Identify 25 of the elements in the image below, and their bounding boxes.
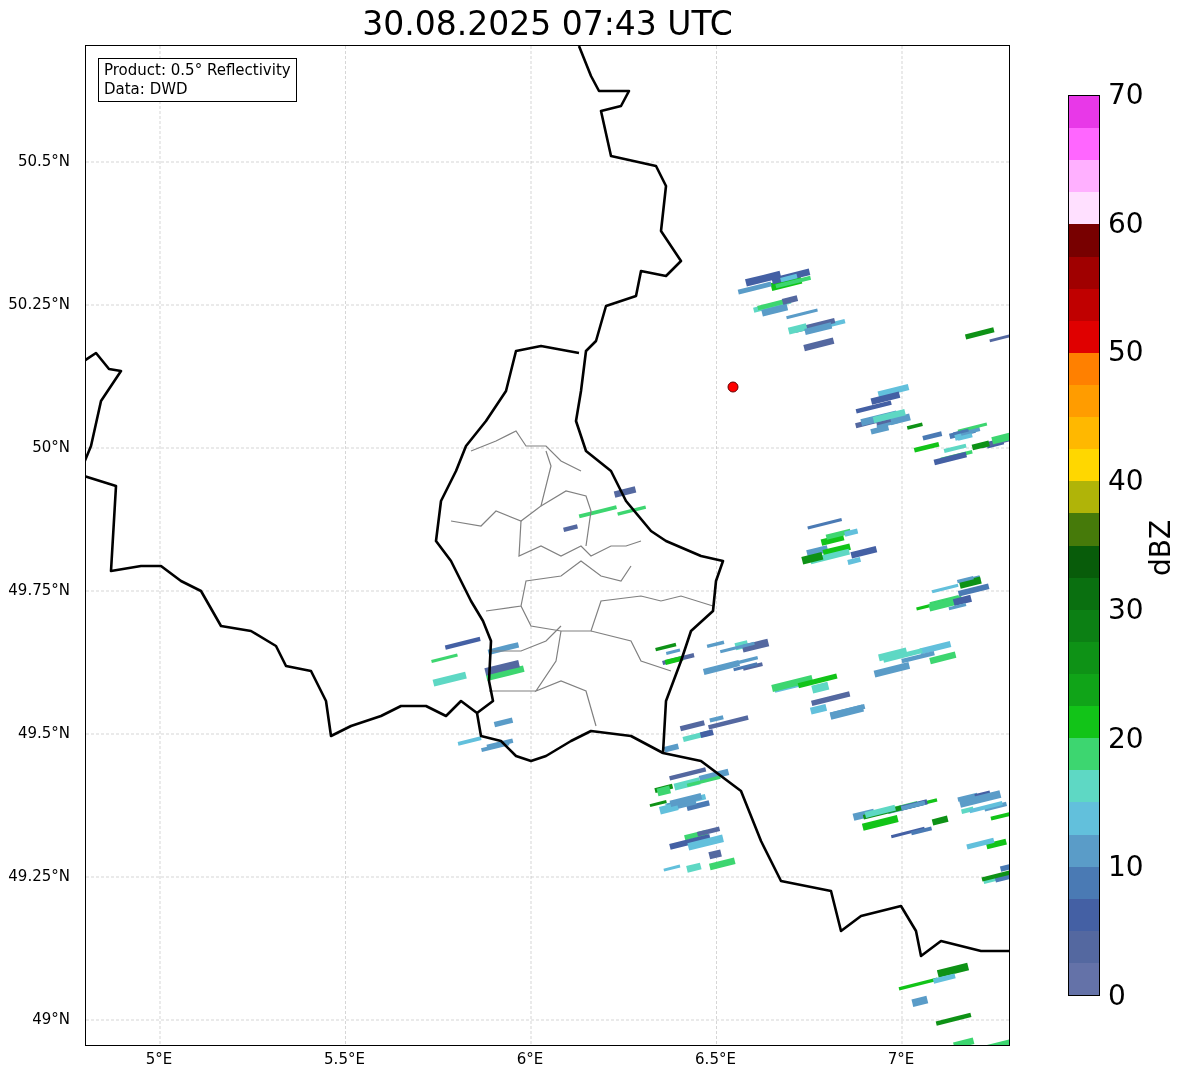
colorbar-tick-label: 70 — [1108, 80, 1144, 110]
colorbar-tick-label: 0 — [1108, 981, 1126, 1011]
longitude-label: 5°E — [145, 1050, 173, 1068]
latitude-label: 50.25°N — [8, 295, 70, 313]
colorbar-tick-label: 50 — [1108, 337, 1144, 368]
latitude-label: 49°N — [32, 1010, 70, 1028]
chart-title: 30.08.2025 07:43 UTC — [361, 4, 734, 44]
info-text: Product: 0.5° Reflectivity — [104, 61, 291, 80]
colorbar-tick-label: 10 — [1108, 852, 1144, 883]
longitude-label: 5.5°E — [324, 1050, 365, 1068]
latitude-label: 50°N — [32, 438, 70, 456]
radar-site-marker-icon — [727, 381, 739, 393]
latitude-label: 49.5°N — [17, 724, 70, 742]
colorbar-tick-label: 60 — [1108, 208, 1144, 239]
colorbar-label: dBZ — [1143, 519, 1177, 577]
latitude-label: 50.5°N — [17, 152, 70, 170]
info-text: Data: DWD — [104, 80, 189, 99]
longitude-label: 6°E — [516, 1050, 544, 1068]
longitude-label: 7°E — [887, 1050, 915, 1068]
latitude-label: 49.25°N — [8, 867, 70, 885]
colorbar-tick-label: 40 — [1108, 466, 1144, 497]
colorbar-tick-label: 20 — [1108, 723, 1144, 754]
colorbar-tick-label: 30 — [1108, 594, 1144, 625]
latitude-label: 49.75°N — [8, 581, 70, 599]
longitude-label: 6.5°E — [695, 1050, 736, 1068]
